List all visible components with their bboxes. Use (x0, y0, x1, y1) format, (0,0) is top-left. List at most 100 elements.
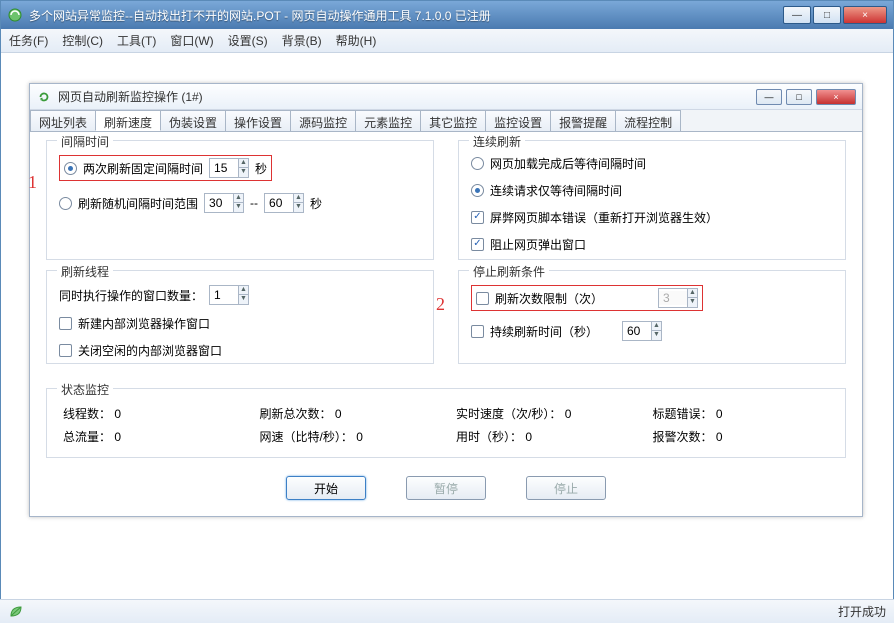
thread-count-label: 线程数： (63, 407, 111, 421)
alarm-value: 0 (716, 430, 723, 444)
chevron-down-icon[interactable]: ▼ (238, 168, 248, 177)
random-to-stepper[interactable]: ▲▼ (264, 193, 304, 213)
thread-count-value: 0 (114, 407, 121, 421)
check-block-script-error[interactable] (471, 211, 484, 224)
stop-legend: 停止刷新条件 (469, 263, 549, 280)
status-legend: 状态监控 (57, 381, 113, 398)
net-value: 0 (356, 430, 363, 444)
menu-window[interactable]: 窗口(W) (170, 32, 213, 49)
inner-minimize-button[interactable]: — (756, 89, 782, 105)
tab-content: 1 间隔时间 两次刷新固定间隔时间 ▲▼ (30, 132, 862, 516)
check-block-script-error-label: 屏弊网页脚本错误（重新打开浏览器生效） (490, 209, 718, 226)
tab-other-monitor[interactable]: 其它监控 (420, 110, 486, 131)
concurrent-label: 同时执行操作的窗口数量： (59, 287, 203, 304)
total-refresh-label: 刷新总次数： (260, 407, 332, 421)
refresh-icon (36, 89, 52, 105)
button-row: 开始 暂停 停止 (46, 476, 846, 500)
title-err-label: 标题错误： (653, 407, 713, 421)
refresh-limit-input[interactable] (659, 291, 687, 305)
fixed-interval-unit: 秒 (255, 160, 267, 177)
maximize-button[interactable]: □ (813, 6, 841, 24)
inner-window-title: 网页自动刷新监控操作 (1#) (58, 88, 756, 105)
radio-after-load[interactable] (471, 157, 484, 170)
radio-after-load-label: 网页加载完成后等待间隔时间 (490, 155, 646, 172)
close-button[interactable]: × (843, 6, 887, 24)
concurrent-input[interactable] (210, 288, 238, 302)
continuous-legend: 连续刷新 (469, 133, 525, 150)
start-button[interactable]: 开始 (286, 476, 366, 500)
traffic-label: 总流量： (63, 430, 111, 444)
menu-background[interactable]: 背景(B) (282, 32, 322, 49)
tab-operation[interactable]: 操作设置 (225, 110, 291, 131)
status-group: 状态监控 线程数： 0 刷新总次数： 0 实时速度（次/秒）： 0 标题错误： … (46, 388, 846, 458)
check-close-idle[interactable] (59, 344, 72, 357)
title-err-value: 0 (716, 407, 723, 421)
radio-random-interval-label: 刷新随机间隔时间范围 (78, 195, 198, 212)
radio-fixed-interval-label: 两次刷新固定间隔时间 (83, 160, 203, 177)
menu-tools[interactable]: 工具(T) (117, 32, 156, 49)
check-block-popup-label: 阻止网页弹出窗口 (490, 236, 586, 253)
concurrent-stepper[interactable]: ▲▼ (209, 285, 249, 305)
continuous-group: 连续刷新 网页加载完成后等待间隔时间 连续请求仅等待间隔时间 (458, 140, 846, 260)
stop-button[interactable]: 停止 (526, 476, 606, 500)
tab-alarm[interactable]: 报警提醒 (550, 110, 616, 131)
titlebar[interactable]: 多个网站异常监控--自动找出打不开的网站.POT - 网页自动操作通用工具 7.… (1, 1, 893, 29)
random-unit: 秒 (310, 195, 322, 212)
check-block-popup[interactable] (471, 238, 484, 251)
refresh-limit-stepper[interactable]: ▲▼ (658, 288, 698, 308)
main-window: 多个网站异常监控--自动找出打不开的网站.POT - 网页自动操作通用工具 7.… (0, 0, 894, 623)
inner-titlebar[interactable]: 网页自动刷新监控操作 (1#) — □ × (30, 84, 862, 110)
check-new-browser-label: 新建内部浏览器操作窗口 (78, 315, 210, 332)
app-icon (7, 7, 23, 23)
inner-close-button[interactable]: × (816, 89, 856, 105)
interval-legend: 间隔时间 (57, 133, 113, 150)
traffic-value: 0 (114, 430, 121, 444)
window-title: 多个网站异常监控--自动找出打不开的网站.POT - 网页自动操作通用工具 7.… (29, 7, 781, 24)
fixed-interval-input[interactable] (210, 161, 238, 175)
chevron-up-icon[interactable]: ▲ (238, 159, 248, 168)
minimize-button[interactable]: — (783, 6, 811, 24)
check-duration-label: 持续刷新时间（秒） (490, 323, 616, 340)
duration-stepper[interactable]: ▲▼ (622, 321, 662, 341)
check-new-browser[interactable] (59, 317, 72, 330)
duration-input[interactable] (623, 324, 651, 338)
tab-refresh-speed[interactable]: 刷新速度 (95, 110, 161, 131)
random-to-input[interactable] (265, 196, 293, 210)
fixed-interval-stepper[interactable]: ▲▼ (209, 158, 249, 178)
tab-element-monitor[interactable]: 元素监控 (355, 110, 421, 131)
speed-label: 实时速度（次/秒）： (456, 407, 561, 421)
thread-group: 刷新线程 同时执行操作的窗口数量： ▲▼ 新建内部浏览器操作窗口 (46, 270, 434, 364)
statusbar-text: 打开成功 (838, 603, 886, 620)
radio-fixed-interval[interactable] (64, 162, 77, 175)
tab-url-list[interactable]: 网址列表 (30, 110, 96, 131)
inner-maximize-button[interactable]: □ (786, 89, 812, 105)
alarm-label: 报警次数： (653, 430, 713, 444)
leaf-icon (8, 604, 24, 620)
random-from-input[interactable] (205, 196, 233, 210)
radio-continuous-request-label: 连续请求仅等待间隔时间 (490, 182, 622, 199)
menu-settings[interactable]: 设置(S) (228, 32, 268, 49)
check-close-idle-label: 关闭空闲的内部浏览器窗口 (78, 342, 222, 359)
check-refresh-limit-label: 刷新次数限制（次） (495, 290, 652, 307)
tab-monitor-settings[interactable]: 监控设置 (485, 110, 551, 131)
menu-help[interactable]: 帮助(H) (336, 32, 377, 49)
menu-tasks[interactable]: 任务(F) (9, 32, 48, 49)
tab-source-monitor[interactable]: 源码监控 (290, 110, 356, 131)
random-sep: -- (250, 196, 258, 210)
check-duration[interactable] (471, 325, 484, 338)
menubar: 任务(F) 控制(C) 工具(T) 窗口(W) 设置(S) 背景(B) 帮助(H… (1, 29, 893, 53)
total-refresh-value: 0 (335, 407, 342, 421)
menu-control[interactable]: 控制(C) (62, 32, 103, 49)
stop-group: 停止刷新条件 刷新次数限制（次） ▲▼ (458, 270, 846, 364)
statusbar: 打开成功 (0, 599, 894, 623)
tab-flow-control[interactable]: 流程控制 (615, 110, 681, 131)
inner-window: 网页自动刷新监控操作 (1#) — □ × 网址列表 刷新速度 伪装设置 操作设… (29, 83, 863, 517)
net-label: 网速（比特/秒）： (260, 430, 353, 444)
random-from-stepper[interactable]: ▲▼ (204, 193, 244, 213)
pause-button[interactable]: 暂停 (406, 476, 486, 500)
radio-continuous-request[interactable] (471, 184, 484, 197)
radio-random-interval[interactable] (59, 197, 72, 210)
elapsed-value: 0 (525, 430, 532, 444)
tab-disguise[interactable]: 伪装设置 (160, 110, 226, 131)
check-refresh-limit[interactable] (476, 292, 489, 305)
